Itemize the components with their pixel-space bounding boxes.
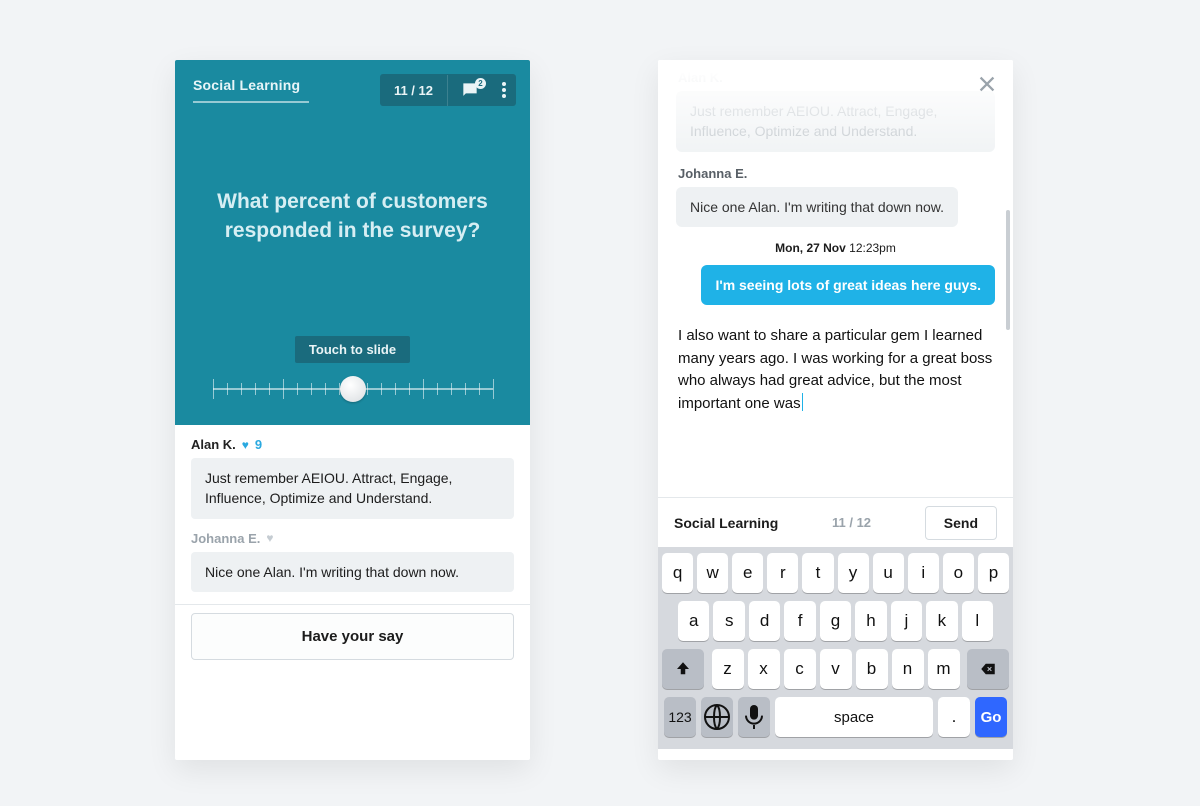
comment-item: Alan K. ♥ 9 Just remember AEIOU. Attract…	[191, 437, 514, 519]
comment-text: Nice one Alan. I'm writing that down now…	[191, 552, 514, 592]
backspace-icon	[979, 660, 997, 678]
message-bubble: I'm seeing lots of great ideas here guys…	[701, 265, 995, 305]
slider-instruction: Touch to slide	[295, 336, 410, 363]
letter-key[interactable]: w	[697, 553, 728, 593]
letter-key[interactable]: k	[926, 601, 957, 641]
letter-key[interactable]: l	[962, 601, 993, 641]
own-message: I'm seeing lots of great ideas here guys…	[676, 265, 995, 305]
progress-counter: 11 / 12	[380, 75, 448, 106]
letter-key[interactable]: j	[891, 601, 922, 641]
compose-bar: Social Learning 11 / 12 Send	[658, 497, 1013, 547]
space-key[interactable]: space	[775, 697, 933, 737]
globe-key[interactable]	[701, 697, 733, 737]
shift-key[interactable]	[662, 649, 704, 689]
keyboard-row-4: 123 space . Go	[662, 697, 1009, 737]
letter-key[interactable]: c	[784, 649, 816, 689]
numbers-key[interactable]: 123	[664, 697, 696, 737]
keyboard-row-1: qwertyuiop	[662, 553, 1009, 593]
header-title: Social Learning	[193, 77, 309, 99]
survey-hero: Social Learning 11 / 12 2 What percent o…	[175, 60, 530, 425]
go-key[interactable]: Go	[975, 697, 1007, 737]
more-vertical-icon	[502, 82, 506, 98]
letter-key[interactable]: e	[732, 553, 763, 593]
compose-bar-title: Social Learning	[674, 515, 778, 531]
message-author: Alan K.	[678, 70, 995, 85]
like-count: 9	[255, 437, 262, 452]
close-icon	[976, 73, 998, 95]
chat-button[interactable]: 2	[448, 74, 492, 106]
letter-key[interactable]: t	[802, 553, 833, 593]
text-caret	[802, 393, 803, 411]
chat-thread: Alan K. Just remember AEIOU. Attract, En…	[658, 60, 1013, 497]
chat-message: Johanna E. Nice one Alan. I'm writing th…	[676, 166, 995, 227]
period-key[interactable]: .	[938, 697, 970, 737]
chat-badge: 2	[475, 78, 486, 89]
chat-screen: Alan K. Just remember AEIOU. Attract, En…	[658, 60, 1013, 760]
message-author: Johanna E.	[678, 166, 995, 181]
slider-area: Touch to slide	[175, 336, 530, 425]
letter-key[interactable]: a	[678, 601, 709, 641]
question-text: What percent of customers responded in t…	[205, 187, 500, 246]
comments-list: Alan K. ♥ 9 Just remember AEIOU. Attract…	[175, 425, 530, 592]
compose-input[interactable]: I also want to share a particular gem I …	[676, 319, 995, 415]
scrollbar[interactable]	[1006, 210, 1010, 330]
timestamp-divider: Mon, 27 Nov 12:23pm	[676, 241, 995, 255]
header-actions: 11 / 12 2	[380, 74, 516, 106]
letter-key[interactable]: y	[838, 553, 869, 593]
letter-key[interactable]: g	[820, 601, 851, 641]
message-bubble: Just remember AEIOU. Attract, Engage, In…	[676, 91, 995, 152]
letter-key[interactable]: x	[748, 649, 780, 689]
more-button[interactable]	[492, 76, 516, 104]
have-your-say-button[interactable]: Have your say	[191, 613, 514, 660]
comment-header: Johanna E. ♥	[191, 531, 514, 546]
survey-header: Social Learning 11 / 12 2	[175, 60, 530, 106]
letter-key[interactable]: n	[892, 649, 924, 689]
comment-item: Johanna E. ♥ Nice one Alan. I'm writing …	[191, 531, 514, 592]
question-area: What percent of customers responded in t…	[175, 106, 530, 336]
keyboard-row-3: zxcvbnm	[662, 649, 1009, 689]
timestamp-day: Mon, 27 Nov	[775, 241, 846, 255]
message-bubble: Nice one Alan. I'm writing that down now…	[676, 187, 958, 227]
letter-key[interactable]: m	[928, 649, 960, 689]
keyboard: qwertyuiop asdfghjkl zxcvbnm 123 space .…	[658, 547, 1013, 749]
chat-scroll[interactable]: Alan K. Just remember AEIOU. Attract, En…	[658, 60, 1013, 415]
letter-key[interactable]: p	[978, 553, 1009, 593]
comment-header: Alan K. ♥ 9	[191, 437, 514, 452]
compose-bar-counter: 11 / 12	[832, 515, 871, 530]
cta-area: Have your say	[175, 604, 530, 678]
letter-key[interactable]: r	[767, 553, 798, 593]
letter-key[interactable]: i	[908, 553, 939, 593]
backspace-key[interactable]	[967, 649, 1009, 689]
send-button[interactable]: Send	[925, 506, 997, 540]
header-title-wrap: Social Learning	[193, 77, 309, 103]
dictation-key[interactable]	[738, 697, 770, 737]
keyboard-row-2: asdfghjkl	[662, 601, 1009, 641]
survey-screen: Social Learning 11 / 12 2 What percent o…	[175, 60, 530, 760]
letter-key[interactable]: d	[749, 601, 780, 641]
letter-key[interactable]: h	[855, 601, 886, 641]
chat-message: Alan K. Just remember AEIOU. Attract, En…	[676, 70, 995, 152]
timestamp-time: 12:23pm	[849, 241, 896, 255]
letter-key[interactable]: v	[820, 649, 852, 689]
compose-text: I also want to share a particular gem I …	[678, 327, 992, 412]
comment-author: Johanna E.	[191, 531, 260, 546]
heart-icon[interactable]: ♥	[266, 531, 273, 545]
comment-author: Alan K.	[191, 437, 236, 452]
letter-key[interactable]: s	[713, 601, 744, 641]
header-title-underline	[193, 101, 309, 103]
comment-text: Just remember AEIOU. Attract, Engage, In…	[191, 458, 514, 519]
letter-key[interactable]: f	[784, 601, 815, 641]
letter-key[interactable]: b	[856, 649, 888, 689]
globe-icon	[701, 701, 733, 733]
close-button[interactable]	[971, 68, 1003, 100]
shift-icon	[674, 660, 692, 678]
slider-thumb[interactable]	[340, 376, 366, 402]
heart-icon[interactable]: ♥	[242, 438, 249, 452]
letter-key[interactable]: o	[943, 553, 974, 593]
mic-icon	[738, 701, 770, 733]
slider[interactable]	[213, 377, 493, 401]
letter-key[interactable]: z	[712, 649, 744, 689]
letter-key[interactable]: u	[873, 553, 904, 593]
letter-key[interactable]: q	[662, 553, 693, 593]
